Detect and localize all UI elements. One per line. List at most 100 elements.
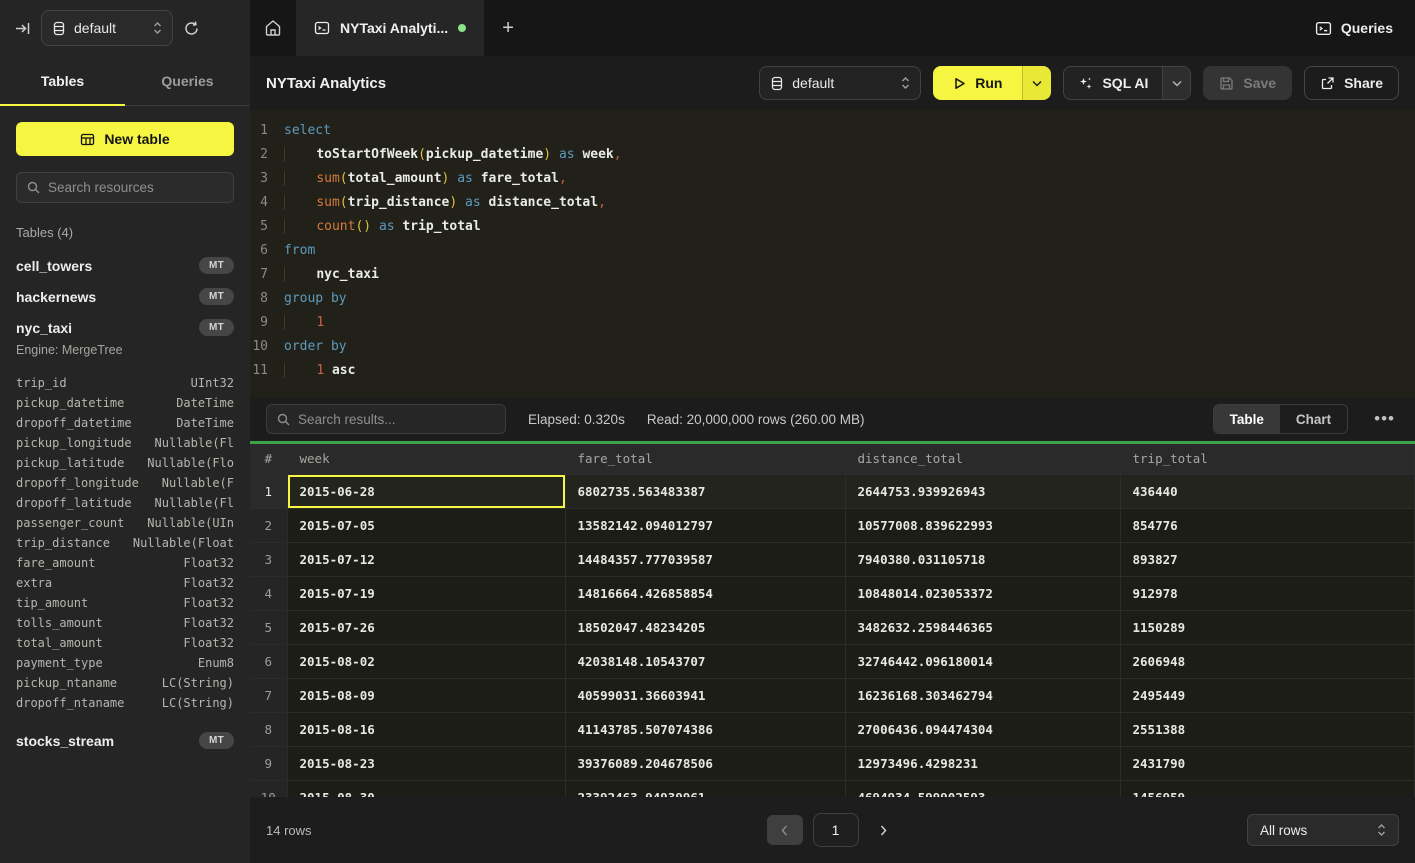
data-cell[interactable]: 912978 <box>1120 576 1415 610</box>
table-row: 52015-07-2618502047.482342053482632.2598… <box>250 610 1415 644</box>
view-tab-table[interactable]: Table <box>1214 405 1280 433</box>
more-options-icon[interactable]: ••• <box>1370 409 1399 429</box>
column-header-distance_total[interactable]: distance_total <box>845 444 1120 474</box>
data-cell[interactable]: 40599031.36603941 <box>565 678 845 712</box>
results-search-input[interactable] <box>298 412 495 427</box>
sidebar-table-item-stocks_stream[interactable]: stocks_streamMT <box>0 725 250 756</box>
data-cell[interactable]: 893827 <box>1120 542 1415 576</box>
data-cell[interactable]: 1456959 <box>1120 780 1415 797</box>
resource-search-input[interactable] <box>48 180 223 195</box>
run-options-caret[interactable] <box>1022 66 1051 100</box>
data-cell[interactable]: 2015-08-09 <box>287 678 565 712</box>
sidebar-tab-tables[interactable]: Tables <box>0 56 125 105</box>
data-cell[interactable]: 4694934.599902593 <box>845 780 1120 797</box>
sidebar-table-item-cell_towers[interactable]: cell_towersMT <box>0 250 250 281</box>
data-cell[interactable]: 10577008.839622993 <box>845 508 1120 542</box>
row-index-cell[interactable]: 9 <box>250 746 287 780</box>
data-cell[interactable]: 42038148.10543707 <box>565 644 845 678</box>
refresh-icon[interactable] <box>183 20 200 37</box>
next-page-button[interactable] <box>869 815 899 845</box>
row-index-cell[interactable]: 6 <box>250 644 287 678</box>
table-row: 42015-07-1914816664.42685885410848014.02… <box>250 576 1415 610</box>
current-page[interactable]: 1 <box>813 813 859 847</box>
row-index-cell[interactable]: 4 <box>250 576 287 610</box>
new-tab-button[interactable]: + <box>484 0 532 56</box>
sql-ai-options-caret[interactable] <box>1162 67 1190 99</box>
column-name: trip_distance <box>16 536 110 550</box>
data-cell[interactable]: 2495449 <box>1120 678 1415 712</box>
data-cell[interactable]: 14816664.426858854 <box>565 576 845 610</box>
data-cell[interactable]: 2551388 <box>1120 712 1415 746</box>
data-cell[interactable]: 3482632.2598446365 <box>845 610 1120 644</box>
data-cell[interactable]: 854776 <box>1120 508 1415 542</box>
column-row: trip_idUInt32 <box>16 373 234 393</box>
code-token: () <box>355 219 371 234</box>
data-cell[interactable]: 2015-07-26 <box>287 610 565 644</box>
row-index-cell[interactable]: 1 <box>250 474 287 508</box>
column-header-week[interactable]: week <box>287 444 565 474</box>
query-database-selector[interactable]: default <box>759 66 921 100</box>
data-cell[interactable]: 2015-08-30 <box>287 780 565 797</box>
code-token: asc <box>332 363 355 378</box>
row-index-cell[interactable]: 10 <box>250 780 287 797</box>
data-cell[interactable]: 2431790 <box>1120 746 1415 780</box>
sql-ai-button[interactable]: SQL AI <box>1064 67 1162 99</box>
new-table-button[interactable]: New table <box>16 122 234 156</box>
row-index-cell[interactable]: 5 <box>250 610 287 644</box>
column-header-trip_total[interactable]: trip_total <box>1120 444 1415 474</box>
data-cell[interactable]: 6802735.563483387 <box>565 474 845 508</box>
queries-link[interactable]: Queries <box>1315 0 1393 56</box>
data-cell[interactable]: 2015-07-12 <box>287 542 565 576</box>
data-cell[interactable]: 13582142.094012797 <box>565 508 845 542</box>
code-token: sum <box>316 171 339 186</box>
data-cell[interactable]: 27006436.094474304 <box>845 712 1120 746</box>
run-button[interactable]: Run <box>933 66 1022 100</box>
sidebar-tab-queries[interactable]: Queries <box>125 56 250 105</box>
data-cell[interactable]: 10848014.023053372 <box>845 576 1120 610</box>
table-row: 12015-06-286802735.5634833872644753.9399… <box>250 474 1415 508</box>
row-index-cell[interactable]: 7 <box>250 678 287 712</box>
code-token: select <box>284 123 331 138</box>
page-size-selector[interactable]: All rows <box>1247 814 1399 846</box>
data-cell[interactable]: 14484357.777039587 <box>565 542 845 576</box>
data-cell[interactable]: 41143785.507074386 <box>565 712 845 746</box>
data-cell[interactable]: 18502047.48234205 <box>565 610 845 644</box>
data-cell[interactable]: 7940380.031105718 <box>845 542 1120 576</box>
data-cell[interactable]: 16236168.303462794 <box>845 678 1120 712</box>
data-cell[interactable]: 2015-08-16 <box>287 712 565 746</box>
data-cell[interactable]: 2015-06-28 <box>287 474 565 508</box>
share-button[interactable]: Share <box>1304 66 1399 100</box>
pagination: 1 <box>767 813 899 847</box>
collapse-sidebar-icon[interactable] <box>14 20 31 37</box>
sql-editor[interactable]: 1select2 toStartOfWeek(pickup_datetime) … <box>250 110 1415 397</box>
data-cell[interactable]: 39376089.204678506 <box>565 746 845 780</box>
data-cell[interactable]: 1150289 <box>1120 610 1415 644</box>
app-window: default NYTaxi Analyti... + <box>0 0 1415 863</box>
row-index-cell[interactable]: 2 <box>250 508 287 542</box>
data-cell[interactable]: 2015-07-05 <box>287 508 565 542</box>
results-header-row: #weekfare_totaldistance_totaltrip_total <box>250 444 1415 474</box>
column-header-fare_total[interactable]: fare_total <box>565 444 845 474</box>
data-cell[interactable]: 2015-08-02 <box>287 644 565 678</box>
prev-page-button[interactable] <box>767 815 803 845</box>
data-cell[interactable]: 2015-07-19 <box>287 576 565 610</box>
column-header-index[interactable]: # <box>250 444 287 474</box>
tab-nytaxi-analytics[interactable]: NYTaxi Analyti... <box>296 0 484 56</box>
data-cell[interactable]: 436440 <box>1120 474 1415 508</box>
row-index-cell[interactable]: 8 <box>250 712 287 746</box>
data-cell[interactable]: 12973496.4298231 <box>845 746 1120 780</box>
data-cell[interactable]: 2606948 <box>1120 644 1415 678</box>
database-selector[interactable]: default <box>41 10 173 46</box>
view-tab-chart[interactable]: Chart <box>1280 405 1347 433</box>
sidebar-table-item-nyc_taxi[interactable]: nyc_taxiMT <box>0 312 250 343</box>
home-icon[interactable] <box>250 0 296 56</box>
data-cell[interactable]: 2644753.939926943 <box>845 474 1120 508</box>
sidebar-table-item-hackernews[interactable]: hackernewsMT <box>0 281 250 312</box>
data-cell[interactable]: 23392463.94939961 <box>565 780 845 797</box>
save-button[interactable]: Save <box>1203 66 1292 100</box>
data-cell[interactable]: 32746442.096180014 <box>845 644 1120 678</box>
code-token: as <box>457 171 473 186</box>
row-index-cell[interactable]: 3 <box>250 542 287 576</box>
line-content: 1 <box>284 311 324 335</box>
data-cell[interactable]: 2015-08-23 <box>287 746 565 780</box>
